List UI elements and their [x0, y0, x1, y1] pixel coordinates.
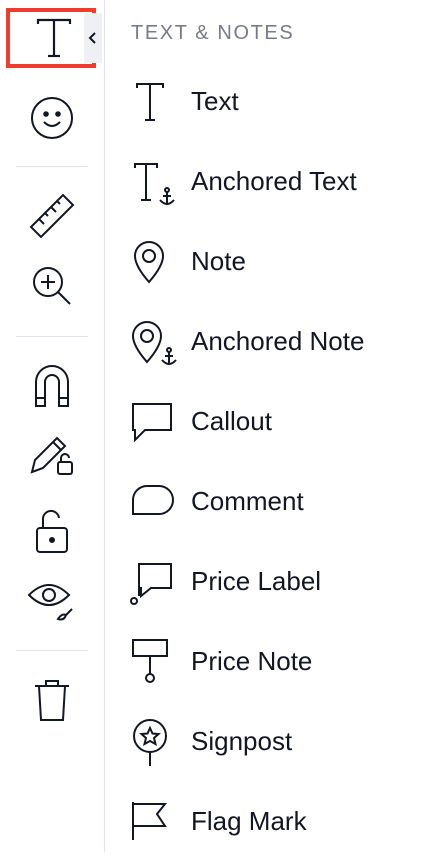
menu-item-anchored-text[interactable]: Anchored Text — [105, 154, 435, 218]
menu-item-label: Comment — [191, 486, 304, 516]
magnet-button[interactable] — [22, 356, 82, 412]
lock-icon — [36, 509, 68, 553]
toolbar-separator — [16, 650, 88, 651]
ruler-button[interactable] — [22, 188, 82, 244]
menu-item-price-note[interactable]: Price Note — [105, 634, 435, 698]
menu-item-price-label[interactable]: Price Label — [105, 554, 435, 618]
lock-button[interactable] — [22, 504, 82, 560]
text-tool-button[interactable] — [6, 8, 106, 76]
flag-mark-icon — [129, 798, 177, 846]
menu-item-note[interactable]: Note — [105, 234, 435, 298]
panel-title: TEXT & NOTES — [131, 22, 295, 44]
pencil-lock-icon — [30, 436, 73, 475]
magnet-icon — [35, 365, 69, 407]
menu-item-signpost[interactable]: Signpost — [105, 714, 435, 778]
chevron-left-icon[interactable] — [84, 13, 102, 63]
menu-item-label: Callout — [191, 406, 272, 436]
menu-item-label: Text — [191, 86, 239, 116]
trash-icon — [35, 680, 69, 721]
drawing-lock-button[interactable] — [22, 426, 82, 482]
menu-item-label: Signpost — [191, 726, 293, 756]
anchored-note-icon — [129, 318, 177, 366]
signpost-icon — [129, 718, 177, 766]
zoom-in-icon — [33, 267, 71, 305]
comment-icon — [129, 478, 177, 526]
menu-item-label: Anchored Note — [191, 326, 365, 356]
text-tool-icon — [18, 13, 90, 63]
text-icon — [129, 78, 177, 126]
menu-item-label: Anchored Text — [191, 166, 357, 196]
hide-button[interactable] — [22, 572, 82, 628]
menu-item-flag-mark[interactable]: Flag Mark — [105, 794, 435, 858]
ruler-icon — [29, 193, 75, 239]
menu-item-callout[interactable]: Callout — [105, 394, 435, 458]
menu-item-label: Price Note — [191, 646, 313, 676]
menu-item-anchored-note[interactable]: Anchored Note — [105, 314, 435, 378]
anchored-text-icon — [129, 158, 177, 206]
menu-item-label: Price Label — [191, 566, 322, 596]
emoji-icon — [31, 97, 73, 139]
price-label-icon — [129, 558, 177, 606]
callout-icon — [129, 398, 177, 446]
drawing-toolbar — [0, 0, 106, 852]
toolbar-separator — [16, 166, 88, 167]
emoji-button[interactable] — [22, 90, 82, 146]
toolbar-separator — [16, 336, 88, 337]
zoom-in-button[interactable] — [22, 258, 82, 314]
menu-item-text[interactable]: Text — [105, 74, 435, 138]
remove-drawings-button[interactable] — [22, 672, 82, 728]
eye-icon — [27, 584, 73, 621]
menu-item-comment[interactable]: Comment — [105, 474, 435, 538]
text-notes-panel: TEXT & NOTES Text Anchored Text Note Anc… — [105, 0, 435, 852]
price-note-icon — [129, 638, 177, 686]
note-pin-icon — [129, 238, 177, 286]
menu-item-label: Note — [191, 246, 246, 276]
menu-item-label: Flag Mark — [191, 806, 307, 836]
